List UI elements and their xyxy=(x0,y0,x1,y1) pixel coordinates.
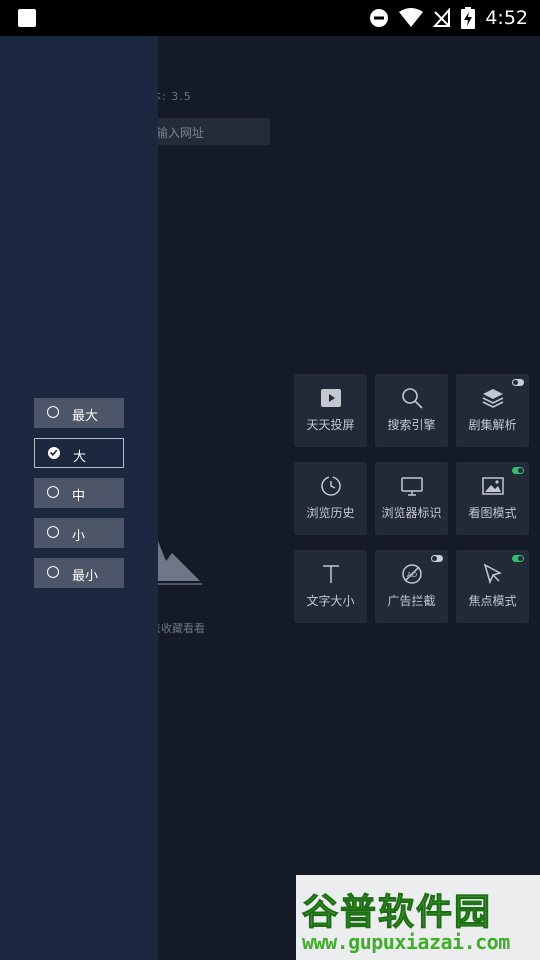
font-size-option-smallest[interactable]: 最小 xyxy=(34,558,124,588)
option-label: 大 xyxy=(73,450,87,465)
radio-icon xyxy=(47,406,59,418)
monitor-icon xyxy=(401,477,423,496)
image-icon xyxy=(482,477,504,495)
no-signal-icon xyxy=(433,8,451,27)
radio-icon xyxy=(47,526,59,538)
tile-label: 焦点模式 xyxy=(468,594,517,608)
clock-icon xyxy=(321,476,341,496)
option-label: 最大 xyxy=(72,409,99,424)
tile-label: 看图模式 xyxy=(468,506,517,520)
text-icon xyxy=(323,565,339,583)
font-size-option-medium[interactable]: 中 xyxy=(34,478,124,508)
tile-label: 文字大小 xyxy=(306,594,355,608)
tile-cast[interactable]: 天天投屏 xyxy=(294,374,367,447)
toggle-switch[interactable] xyxy=(512,379,524,386)
option-label: 最小 xyxy=(72,569,99,584)
tile-label: 广告拦截 xyxy=(387,594,436,608)
font-size-option-large[interactable]: 大 xyxy=(34,438,124,468)
cursor-icon xyxy=(483,563,502,585)
url-placeholder: 输入网址 xyxy=(156,126,205,140)
ad-block-icon: AD xyxy=(402,564,422,584)
tile-search-engine[interactable]: 搜索引擎 xyxy=(375,374,448,447)
tile-label: 剧集解析 xyxy=(468,418,517,432)
watermark-url: www.gupuxiazai.com xyxy=(302,930,510,954)
tile-user-agent[interactable]: 浏览器标识 xyxy=(375,462,448,535)
tile-image-mode[interactable]: 看图模式 xyxy=(456,462,529,535)
tile-text-size[interactable]: 文字大小 xyxy=(294,550,367,623)
notification-square-icon xyxy=(18,9,36,27)
tile-history[interactable]: 浏览历史 xyxy=(294,462,367,535)
check-circle-icon xyxy=(48,447,60,459)
tile-label: 搜索引擎 xyxy=(387,418,436,432)
status-icons: 4:52 xyxy=(369,5,528,31)
tile-focus-mode[interactable]: 焦点模式 xyxy=(456,550,529,623)
toggle-switch[interactable] xyxy=(431,555,443,562)
status-bar: 4:52 xyxy=(0,0,540,36)
url-input[interactable]: 输入网址 xyxy=(150,118,270,145)
font-size-option-small[interactable]: 小 xyxy=(34,518,124,548)
do-not-disturb-icon xyxy=(370,9,389,27)
toggle-switch[interactable] xyxy=(512,467,524,474)
radio-icon xyxy=(47,566,59,578)
tile-label: 浏览器标识 xyxy=(381,506,442,520)
tile-label: 浏览历史 xyxy=(306,506,355,520)
wifi-icon xyxy=(399,8,424,27)
layers-icon xyxy=(482,389,504,408)
option-label: 小 xyxy=(72,529,86,544)
option-label: 中 xyxy=(72,489,86,504)
toggle-switch[interactable] xyxy=(512,555,524,562)
tile-ad-block[interactable]: AD 广告拦截 xyxy=(375,550,448,623)
empty-favorites-text: 去收藏看看 xyxy=(150,622,205,635)
watermark-logo: 谷普软件园 xyxy=(301,892,493,934)
svg-text:AD: AD xyxy=(407,571,417,579)
font-size-option-largest[interactable]: 最大 xyxy=(34,398,124,428)
battery-charging-icon xyxy=(461,7,476,29)
tile-label: 天天投屏 xyxy=(306,418,355,432)
search-icon xyxy=(402,388,423,409)
watermark: 谷普软件园 www.gupuxiazai.com xyxy=(296,875,540,960)
play-icon xyxy=(321,389,341,407)
radio-icon xyxy=(47,486,59,498)
clock-time: 4:52 xyxy=(485,7,528,29)
tile-episode-parse[interactable]: 剧集解析 xyxy=(456,374,529,447)
